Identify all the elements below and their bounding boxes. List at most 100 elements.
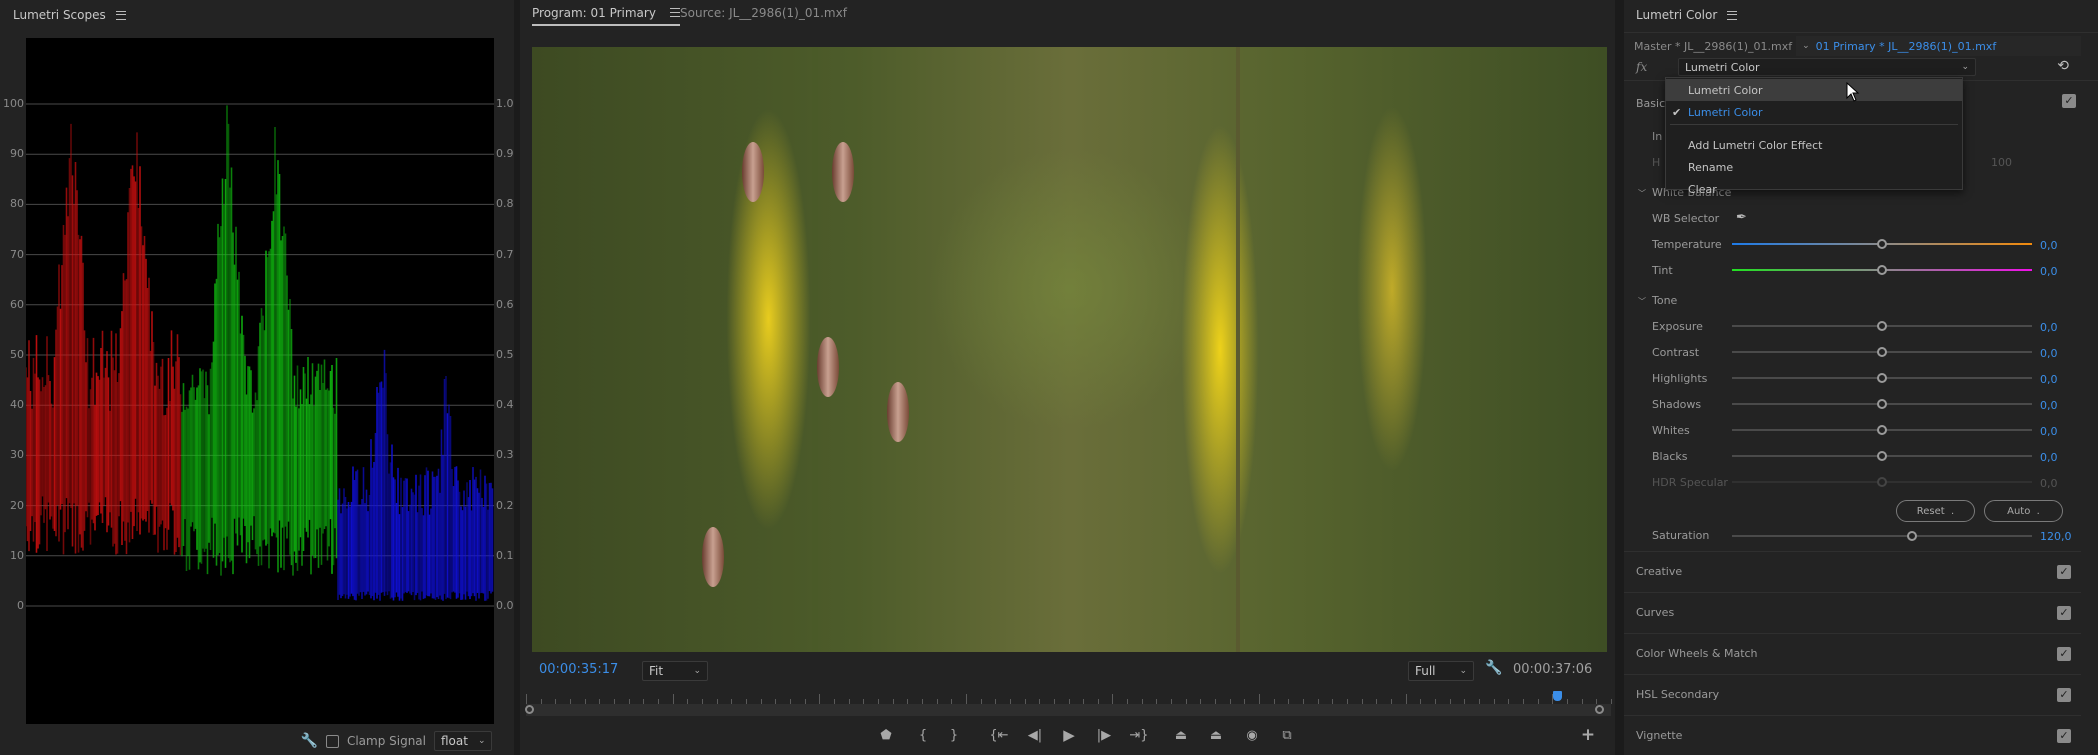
eyedropper-icon[interactable]: ✒ — [1736, 210, 1747, 225]
extract-button[interactable]: ⏏ — [1206, 722, 1226, 748]
section-curves[interactable]: Curves ✓ — [1624, 592, 2081, 632]
playback-resolution-select[interactable]: Full ⌄ — [1408, 661, 1474, 681]
section-hsl-secondary[interactable]: HSL Secondary ✓ — [1624, 674, 2081, 714]
ruler-tick — [526, 694, 527, 704]
saturation-slider[interactable] — [1732, 531, 2032, 541]
whites-value[interactable]: 0,0 — [2040, 425, 2058, 438]
section-enable-checkbox[interactable]: ✓ — [2057, 688, 2071, 702]
add-marker-button[interactable]: ⬟ — [876, 722, 896, 748]
exposure-value[interactable]: 0,0 — [2040, 321, 2058, 334]
menu-item[interactable]: Clear — [1666, 178, 1962, 200]
whites-slider[interactable] — [1732, 425, 2032, 435]
ruler-tick — [819, 694, 821, 704]
contrast-value[interactable]: 0,0 — [2040, 347, 2058, 360]
slider-knob[interactable] — [1877, 399, 1887, 409]
bit-depth-select[interactable]: float ⌄ — [434, 731, 492, 751]
hdr-white-label: H — [1652, 156, 1661, 169]
play-button[interactable]: ▶ — [1059, 722, 1079, 748]
tick-label-left: 60 — [10, 297, 24, 311]
time-ruler[interactable] — [526, 690, 1612, 704]
tab-program-label: Program: 01 Primary — [532, 6, 656, 20]
wrench-icon[interactable]: 🔧 — [1485, 660, 1502, 676]
exposure-slider[interactable] — [1732, 321, 2032, 331]
master-clip-link[interactable]: Master * JL__2986(1)_01.mxf — [1634, 40, 1792, 53]
reset-effect-icon[interactable]: ⟲ — [2057, 58, 2069, 74]
shadows-slider[interactable] — [1732, 399, 2032, 409]
fx-icon[interactable]: fx — [1636, 60, 1660, 74]
chevron-down-icon[interactable]: ⌄ — [1796, 36, 1816, 56]
highlights-slider[interactable] — [1732, 373, 2032, 383]
section-enable-checkbox[interactable]: ✓ — [2057, 606, 2071, 620]
step-forward-button[interactable]: |▶ — [1094, 722, 1114, 748]
section-enable-checkbox[interactable]: ✓ — [2057, 729, 2071, 743]
saturation-value[interactable]: 120,0 — [2040, 530, 2072, 543]
input-lut-label: In — [1652, 130, 1663, 143]
go-to-out-button[interactable]: ⇥} — [1129, 722, 1149, 748]
video-preview[interactable] — [532, 47, 1607, 652]
auto-button[interactable]: Auto . — [1984, 500, 2063, 522]
slider-knob[interactable] — [1907, 531, 1917, 541]
slider-knob[interactable] — [1877, 265, 1887, 275]
hdr-white-value[interactable]: 100 — [1991, 156, 2012, 169]
reset-button[interactable]: Reset . — [1896, 500, 1975, 522]
mark-in-button[interactable]: { — [913, 722, 933, 748]
comparison-view-button[interactable]: ⧉ — [1277, 722, 1297, 748]
zoom-level-select[interactable]: Fit ⌄ — [642, 661, 708, 681]
panel-menu-icon[interactable] — [669, 8, 680, 17]
scroll-handle-right[interactable] — [1595, 705, 1604, 714]
section-label: Curves — [1636, 606, 1675, 619]
section-vignette[interactable]: Vignette ✓ — [1624, 715, 2081, 755]
export-frame-button[interactable]: ◉ — [1242, 722, 1262, 748]
slider-knob[interactable] — [1877, 347, 1887, 357]
slider-knob[interactable] — [1877, 321, 1887, 331]
sequence-clip-link[interactable]: 01 Primary * JL__2986(1)_01.mxf — [1815, 36, 2081, 56]
panel-menu-icon[interactable] — [115, 10, 126, 20]
menu-item[interactable]: Rename — [1666, 156, 1962, 178]
menu-item-label: Add Lumetri Color Effect — [1688, 138, 1823, 152]
mark-out-button[interactable]: } — [944, 722, 964, 748]
go-to-in-button[interactable]: {⇤ — [989, 722, 1009, 748]
menu-item[interactable]: ✔ Lumetri Color — [1666, 101, 1962, 123]
ruler-tick — [1405, 694, 1407, 704]
tick-label-right: 0.5 — [496, 348, 514, 361]
blacks-value[interactable]: 0,0 — [2040, 451, 2058, 464]
section-label: Color Wheels & Match — [1636, 647, 1758, 660]
current-timecode[interactable]: 00:00:35:17 — [539, 662, 618, 677]
contrast-slider[interactable] — [1732, 347, 2032, 357]
playhead[interactable] — [1552, 691, 1562, 701]
temperature-slider[interactable] — [1732, 239, 2032, 249]
scopes-footer: 🔧 Clamp Signal float ⌄ — [301, 730, 492, 752]
slider-knob[interactable] — [1877, 373, 1887, 383]
slider-knob[interactable] — [1877, 425, 1887, 435]
shadows-value[interactable]: 0,0 — [2040, 399, 2058, 412]
section-basic-correction[interactable]: Basic — [1636, 97, 1665, 110]
zoom-scroll-bar[interactable] — [526, 704, 1611, 716]
blacks-slider[interactable] — [1732, 451, 2032, 461]
tick-label-left: 40 — [10, 398, 24, 412]
panel-menu-icon[interactable] — [1727, 10, 1738, 20]
step-back-button[interactable]: ◀| — [1025, 722, 1045, 748]
menu-item[interactable]: Add Lumetri Color Effect — [1666, 134, 1962, 156]
scroll-handle-left[interactable] — [525, 705, 534, 714]
effect-select[interactable]: Lumetri Color ⌄ — [1678, 58, 1976, 76]
slider-knob[interactable] — [1877, 239, 1887, 249]
basic-enable-checkbox[interactable]: ✓ — [2062, 94, 2076, 108]
add-button[interactable]: + — [1578, 722, 1598, 748]
tab-program[interactable]: Program: 01 Primary — [532, 6, 680, 26]
tint-slider[interactable] — [1732, 265, 2032, 275]
slider-knob[interactable] — [1877, 451, 1887, 461]
section-enable-checkbox[interactable]: ✓ — [2057, 565, 2071, 579]
wrench-icon[interactable]: 🔧 — [301, 733, 318, 749]
temperature-value[interactable]: 0,0 — [2040, 239, 2058, 252]
menu-item[interactable]: Lumetri Color — [1666, 79, 1962, 101]
tab-source[interactable]: Source: JL__2986(1)_01.mxf — [680, 6, 847, 26]
tint-value[interactable]: 0,0 — [2040, 265, 2058, 278]
tint-label: Tint — [1652, 264, 1673, 277]
lift-button[interactable]: ⏏ — [1171, 722, 1191, 748]
section-color-wheels-match[interactable]: Color Wheels & Match ✓ — [1624, 633, 2081, 673]
clamp-signal-checkbox[interactable] — [325, 734, 339, 748]
section-enable-checkbox[interactable]: ✓ — [2057, 647, 2071, 661]
highlights-value[interactable]: 0,0 — [2040, 373, 2058, 386]
section-creative[interactable]: Creative ✓ — [1624, 551, 2081, 591]
tone-header[interactable]: ﹀ Tone — [1638, 294, 1677, 307]
